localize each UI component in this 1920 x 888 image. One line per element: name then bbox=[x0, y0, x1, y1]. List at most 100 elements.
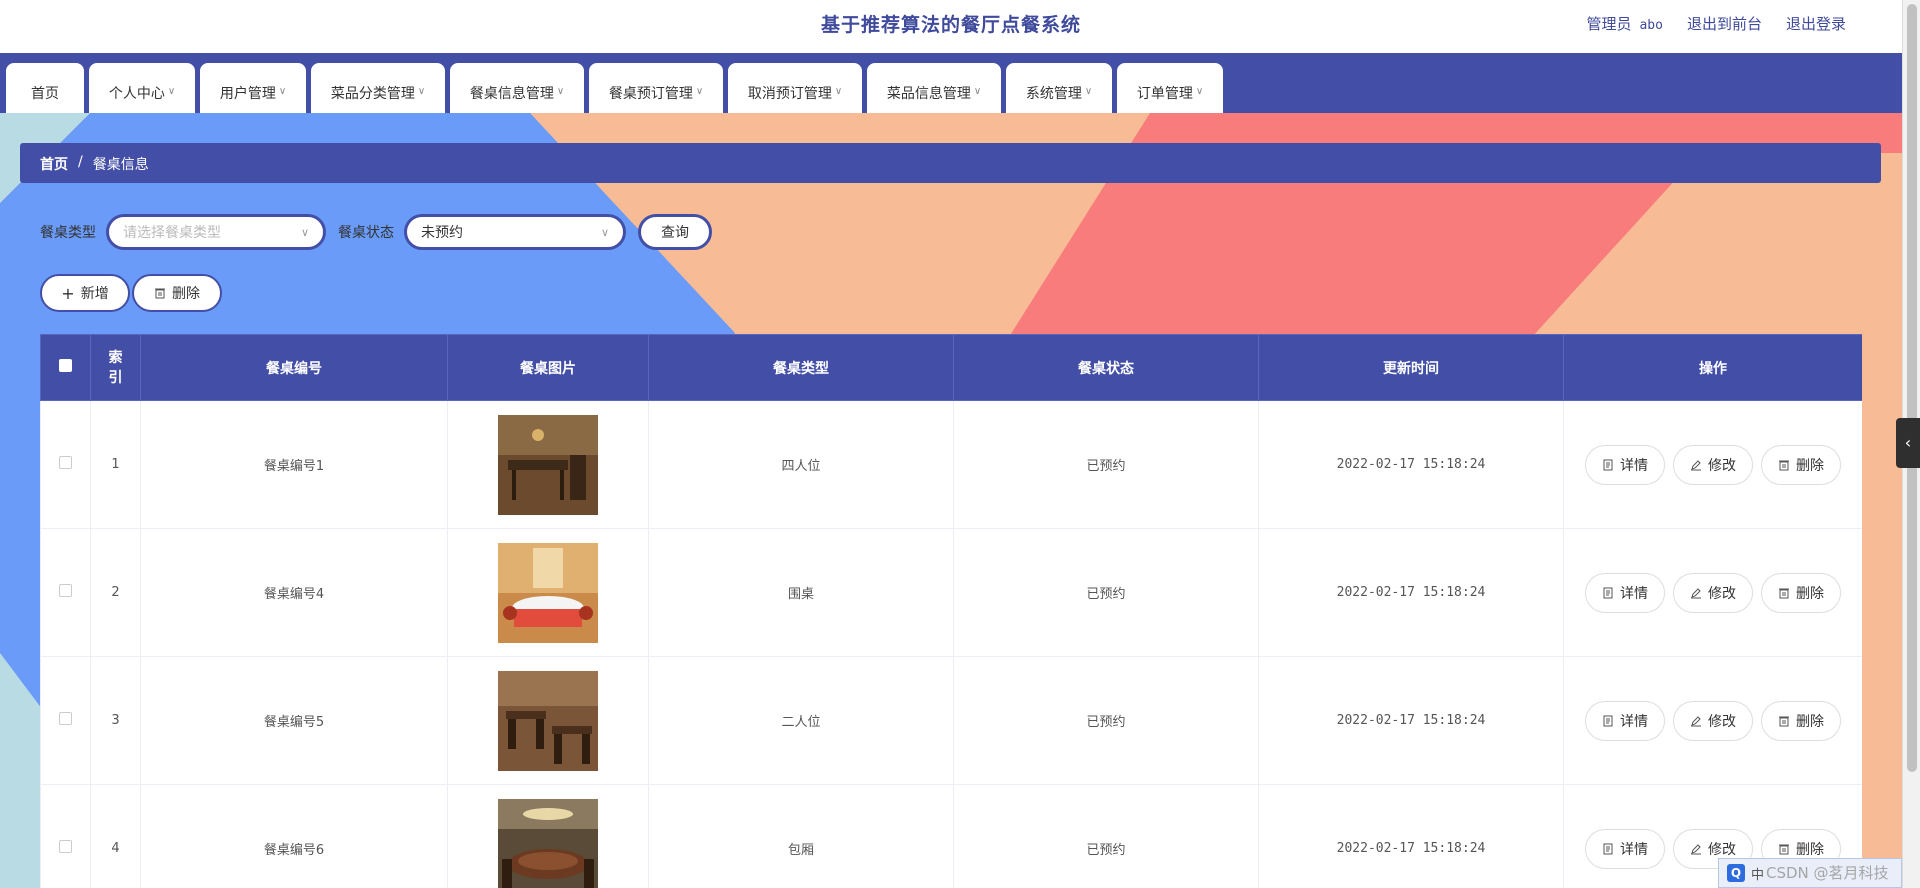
header-index: 索引 bbox=[90, 334, 141, 401]
nav-item-label: 取消预订管理 bbox=[747, 86, 832, 102]
pencil-icon bbox=[1691, 843, 1701, 854]
header-type: 餐桌类型 bbox=[648, 334, 954, 401]
row-checkbox[interactable] bbox=[59, 712, 72, 725]
table-type-select[interactable]: 请选择餐桌类型 ∨ bbox=[106, 214, 326, 250]
chevron-left-icon[interactable]: ‹ bbox=[1896, 418, 1920, 468]
logout-link[interactable]: 退出登录 bbox=[1786, 13, 1846, 34]
row-index: 4 bbox=[90, 784, 141, 888]
nav-item-table-info[interactable]: 餐桌信息管理 ∨ bbox=[450, 63, 584, 113]
plus-icon: + bbox=[61, 283, 75, 303]
row-select-cell bbox=[40, 784, 91, 888]
table-image[interactable] bbox=[498, 542, 598, 643]
breadcrumb-current: 餐桌信息 bbox=[92, 157, 149, 173]
nav-item-label: 个人中心 bbox=[108, 86, 165, 102]
detail-button[interactable]: 详情 bbox=[1585, 828, 1665, 869]
ime-logo-icon: Q bbox=[1727, 864, 1745, 882]
chevron-down-icon: ∨ bbox=[1195, 86, 1204, 97]
header-ops: 操作 bbox=[1563, 334, 1862, 401]
table-image[interactable] bbox=[498, 798, 598, 888]
row-code: 餐桌编号6 bbox=[140, 784, 448, 888]
row-image-cell bbox=[447, 656, 649, 785]
delete-button[interactable]: 删除 bbox=[1761, 700, 1841, 741]
row-select-cell bbox=[40, 656, 91, 785]
table-image[interactable] bbox=[498, 414, 598, 515]
row-image-cell bbox=[447, 784, 649, 888]
row-code: 餐桌编号5 bbox=[140, 656, 448, 785]
chevron-down-icon: ∨ bbox=[973, 86, 982, 97]
chevron-down-icon: ∨ bbox=[695, 86, 704, 97]
user-name: abo bbox=[1639, 18, 1663, 33]
breadcrumb-separator: / bbox=[78, 154, 83, 170]
header-links: 管理员 abo 退出到前台 退出登录 bbox=[1586, 13, 1846, 34]
pencil-icon bbox=[1691, 715, 1701, 726]
table-row: 1 餐桌编号1 四人位 已预约 2022-02-17 15:18:24 详情 修… bbox=[40, 400, 1862, 529]
detail-button[interactable]: 详情 bbox=[1585, 444, 1665, 485]
edit-button[interactable]: 修改 bbox=[1673, 700, 1753, 741]
nav-item-user-management[interactable]: 用户管理 ∨ bbox=[200, 63, 306, 113]
add-button[interactable]: + 新增 bbox=[40, 274, 130, 312]
main-nav: 首页 个人中心 ∨ 用户管理 ∨ 菜品分类管理 ∨ 餐桌信息管理 ∨ 餐桌预订管理 ∨ 取… bbox=[0, 53, 1902, 113]
delete-button[interactable]: 删除 bbox=[1761, 444, 1841, 485]
edit-button[interactable]: 修改 bbox=[1673, 444, 1753, 485]
row-checkbox[interactable] bbox=[59, 584, 72, 597]
row-state: 已预约 bbox=[953, 784, 1259, 888]
nav-item-label: 菜品信息管理 bbox=[886, 86, 971, 102]
chevron-down-icon: ∨ bbox=[167, 86, 176, 97]
batch-delete-button[interactable]: 删除 bbox=[132, 274, 222, 312]
edit-label: 修改 bbox=[1708, 713, 1736, 730]
nav-item-dish-category[interactable]: 菜品分类管理 ∨ bbox=[311, 63, 445, 113]
breadcrumb-home[interactable]: 首页 bbox=[40, 154, 68, 173]
nav-item-system[interactable]: 系统管理 ∨ bbox=[1006, 63, 1112, 113]
edit-button[interactable]: 修改 bbox=[1673, 572, 1753, 613]
chevron-down-icon: ∨ bbox=[278, 86, 287, 97]
row-updated: 2022-02-17 15:18:24 bbox=[1258, 528, 1564, 657]
nav-item-cancel-booking[interactable]: 取消预订管理 ∨ bbox=[728, 63, 862, 113]
header-state: 餐桌状态 bbox=[953, 334, 1259, 401]
row-type: 包厢 bbox=[648, 784, 954, 888]
row-checkbox[interactable] bbox=[59, 840, 72, 853]
nav-item-home[interactable]: 首页 bbox=[6, 63, 84, 113]
row-type: 围桌 bbox=[648, 528, 954, 657]
delete-label: 删除 bbox=[1796, 841, 1824, 858]
document-icon bbox=[1603, 843, 1613, 854]
breadcrumb: 首页 / 餐桌信息 bbox=[20, 143, 1881, 183]
row-updated: 2022-02-17 15:18:24 bbox=[1258, 400, 1564, 529]
scrollbar-thumb[interactable] bbox=[1907, 4, 1917, 772]
delete-label: 删除 bbox=[1796, 713, 1824, 730]
back-to-front-link[interactable]: 退出到前台 bbox=[1687, 13, 1762, 34]
delete-label: 删除 bbox=[1796, 585, 1824, 602]
query-button[interactable]: 查询 bbox=[638, 214, 712, 250]
delete-button[interactable]: 删除 bbox=[1761, 572, 1841, 613]
pencil-icon bbox=[1691, 587, 1701, 598]
row-ops: 详情 修改 删除 bbox=[1563, 528, 1862, 657]
action-row: + 新增 删除 bbox=[40, 274, 222, 312]
select-all-checkbox[interactable] bbox=[59, 359, 72, 372]
row-checkbox[interactable] bbox=[59, 456, 72, 469]
nav-item-label: 首页 bbox=[31, 86, 59, 102]
nav-item-table-booking[interactable]: 餐桌预订管理 ∨ bbox=[589, 63, 723, 113]
row-image-cell bbox=[447, 528, 649, 657]
top-header: 基于推荐算法的餐厅点餐系统 管理员 abo 退出到前台 退出登录 bbox=[0, 0, 1902, 53]
row-index: 3 bbox=[90, 656, 141, 785]
table-row: 4 餐桌编号6 包厢 已预约 2022-02-17 15:18:24 详情 修改… bbox=[40, 784, 1862, 888]
delete-button-label: 删除 bbox=[172, 286, 200, 302]
row-type: 四人位 bbox=[648, 400, 954, 529]
watermark: CSDN @茗月科技 bbox=[1766, 864, 1889, 882]
detail-button[interactable]: 详情 bbox=[1585, 700, 1665, 741]
row-state: 已预约 bbox=[953, 400, 1259, 529]
document-icon bbox=[1603, 715, 1613, 726]
nav-item-dish-info[interactable]: 菜品信息管理 ∨ bbox=[867, 63, 1001, 113]
nav-item-label: 餐桌预订管理 bbox=[608, 86, 693, 102]
table-type-label: 餐桌类型 bbox=[40, 225, 96, 241]
table-header-row: 索引 餐桌编号 餐桌图片 餐桌类型 餐桌状态 更新时间 操作 bbox=[40, 334, 1862, 401]
table-image[interactable] bbox=[498, 670, 598, 771]
chevron-down-icon: ∨ bbox=[556, 86, 565, 97]
nav-item-orders[interactable]: 订单管理 ∨ bbox=[1117, 63, 1223, 113]
trash-icon bbox=[155, 288, 165, 299]
table-state-select[interactable]: 未预约 ∨ bbox=[404, 214, 626, 250]
table-state-label: 餐桌状态 bbox=[338, 225, 394, 241]
edit-label: 修改 bbox=[1708, 585, 1736, 602]
delete-label: 删除 bbox=[1796, 457, 1824, 474]
detail-button[interactable]: 详情 bbox=[1585, 572, 1665, 613]
nav-item-personal-center[interactable]: 个人中心 ∨ bbox=[89, 63, 195, 113]
